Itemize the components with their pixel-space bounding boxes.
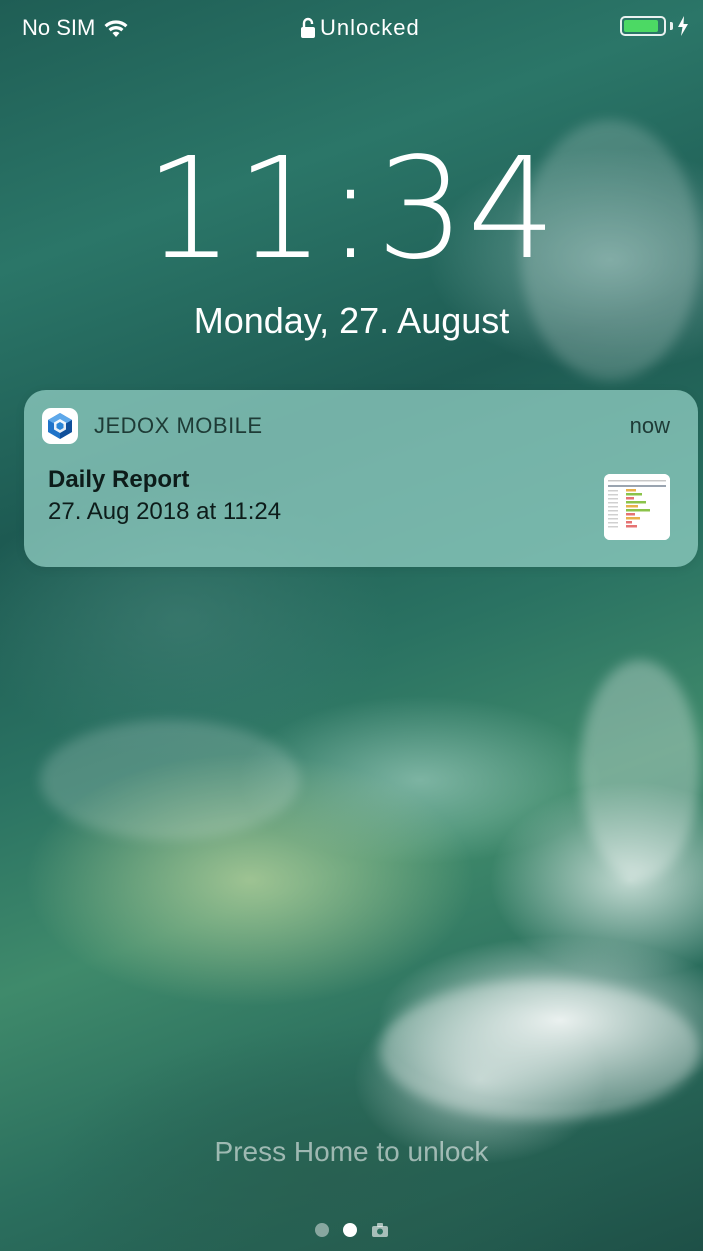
report-thumbnail bbox=[604, 474, 670, 540]
page-indicator bbox=[0, 1222, 703, 1238]
lock-screen-date: Monday, 27. August bbox=[193, 300, 510, 341]
notification-app-name: JEDOX MOBILE bbox=[94, 413, 263, 438]
battery-tip bbox=[670, 22, 673, 30]
notification-title: Daily Report bbox=[48, 466, 190, 493]
notification-body: 27. Aug 2018 at 11:24 bbox=[48, 498, 282, 525]
lock-screen: No SIM Unlocked 11:34 Monday, 27. August… bbox=[0, 0, 703, 1251]
press-home-hint: Press Home to unlock bbox=[214, 1136, 489, 1167]
lock-screen-time: 11:34 bbox=[144, 128, 559, 291]
wallpaper-foam bbox=[380, 980, 700, 1120]
jedox-cube-icon bbox=[48, 413, 72, 439]
page-dot-widgets[interactable] bbox=[314, 1223, 329, 1237]
lock-status: Unlocked bbox=[300, 15, 420, 41]
wallpaper-foam bbox=[40, 720, 300, 840]
unlocked-padlock-icon bbox=[301, 17, 315, 38]
report-thumbnail-image bbox=[604, 474, 670, 540]
battery-fill bbox=[624, 20, 659, 32]
notification-time: now bbox=[629, 413, 670, 438]
charging-bolt-icon bbox=[678, 16, 688, 36]
camera-icon[interactable] bbox=[371, 1222, 389, 1238]
battery-indicator bbox=[620, 16, 689, 36]
lock-status-label: Unlocked bbox=[320, 15, 420, 40]
notification-header: JEDOX MOBILE now bbox=[42, 408, 670, 444]
jedox-cube-icon bbox=[42, 408, 78, 444]
wifi-icon bbox=[104, 20, 128, 37]
wallpaper-foam bbox=[580, 660, 700, 880]
page-dot-lock-screen[interactable] bbox=[342, 1223, 357, 1237]
carrier-indicator: No SIM bbox=[22, 15, 129, 41]
battery-icon bbox=[620, 16, 666, 36]
carrier-label: No SIM bbox=[22, 15, 96, 40]
notification-card[interactable]: JEDOX MOBILE now Daily Report 27. Aug 20… bbox=[24, 390, 698, 567]
status-bar: No SIM Unlocked bbox=[0, 0, 703, 56]
